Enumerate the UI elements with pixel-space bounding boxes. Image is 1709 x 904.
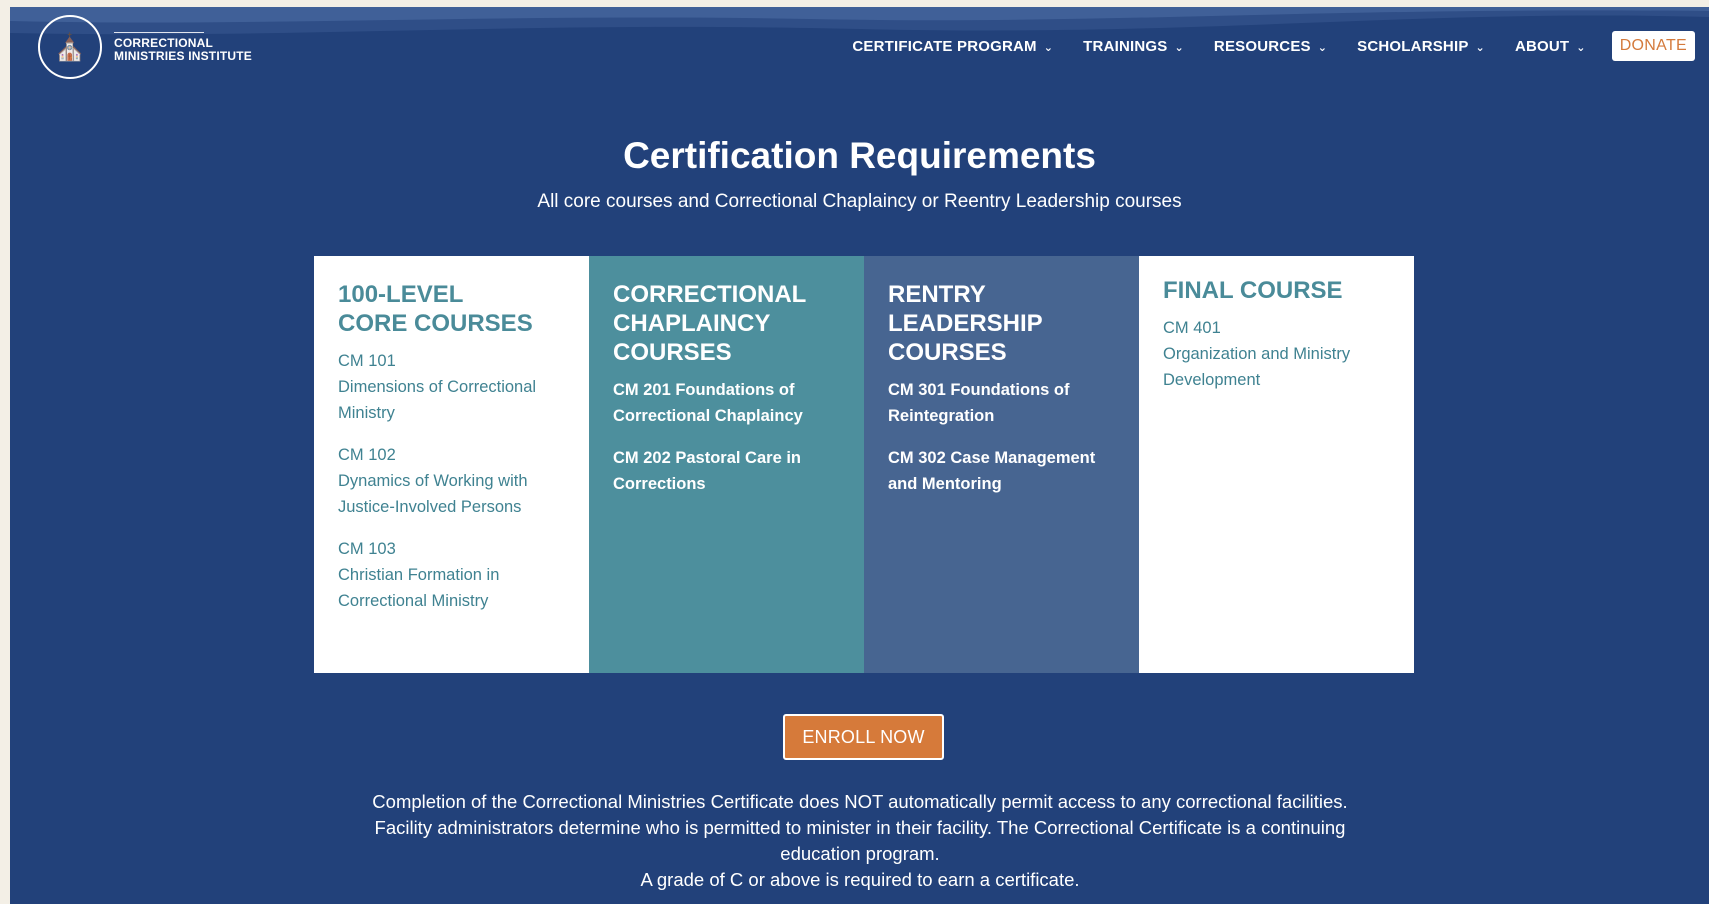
chevron-down-icon: ⌄ <box>1576 41 1586 54</box>
site-logo[interactable]: ⛪ CORRECTIONAL MINISTRIES INSTITUTE <box>38 15 252 79</box>
nav-label: RESOURCES <box>1213 37 1311 55</box>
course-code: CM 103 <box>338 540 396 558</box>
course-name: Dimensions of Correctional Ministry <box>338 378 537 422</box>
page-title: Certification Requirements <box>623 135 1096 176</box>
nav-about[interactable]: ABOUT ⌄ <box>1515 38 1586 55</box>
course-item: CM 302 Case Management and Mentoring <box>888 449 1096 493</box>
page: ⛪ CORRECTIONAL MINISTRIES INSTITUTE CERT… <box>10 7 1709 904</box>
grade-requirement: A grade of C or above is required to ear… <box>640 869 1080 890</box>
nav-label: TRAININGS <box>1083 37 1168 55</box>
course-item: CM 103 Christian Formation in Correction… <box>338 536 565 614</box>
course-item: CM 401 Organization and Ministry Develop… <box>1163 315 1390 393</box>
nav-trainings[interactable]: TRAININGS ⌄ <box>1083 38 1184 55</box>
card-chaplaincy-courses: CORRECTIONAL CHAPLAINCY COURSES CM 201 F… <box>589 256 864 673</box>
chevron-down-icon: ⌄ <box>1174 41 1184 54</box>
logo-line-2: MINISTRIES INSTITUTE <box>114 48 253 63</box>
page-subtitle: All core courses and Correctional Chapla… <box>537 191 1182 212</box>
nav-certificate-program[interactable]: CERTIFICATE PROGRAM ⌄ <box>852 38 1053 55</box>
nav-scholarship[interactable]: SCHOLARSHIP ⌄ <box>1357 38 1485 55</box>
chevron-down-icon: ⌄ <box>1317 41 1328 54</box>
course-name: Dynamics of Working with Justice-Involve… <box>338 472 528 516</box>
course-item: CM 202 Pastoral Care in Corrections <box>613 449 801 493</box>
logo-wordmark: CORRECTIONAL MINISTRIES INSTITUTE <box>114 31 253 63</box>
card-title: RENTRY LEADERSHIP COURSES <box>888 281 1043 366</box>
nav-label: CERTIFICATE PROGRAM <box>852 37 1037 55</box>
card-reentry-courses: RENTRY LEADERSHIP COURSES CM 301 Foundat… <box>864 256 1139 673</box>
card-title: 100-LEVEL CORE COURSES <box>338 281 533 337</box>
course-name: Organization and Ministry Development <box>1163 345 1351 389</box>
nav-resources[interactable]: RESOURCES ⌄ <box>1214 38 1327 55</box>
nav-label: ABOUT <box>1514 37 1570 55</box>
disclaimer-paragraph: Completion of the Correctional Ministrie… <box>372 791 1348 864</box>
card-core-courses: 100-LEVEL CORE COURSES CM 101 Dimensions… <box>314 256 589 673</box>
main-nav: CERTIFICATE PROGRAM ⌄ TRAININGS ⌄ RESOUR… <box>822 31 1695 61</box>
card-title: FINAL COURSE <box>1163 277 1343 304</box>
course-code: CM 401 <box>1163 319 1221 337</box>
course-item: CM 101 Dimensions of Correctional Minist… <box>338 348 565 426</box>
college-seal-icon: ⛪ <box>38 15 102 79</box>
card-final-course: FINAL COURSE CM 401 Organization and Min… <box>1139 256 1414 673</box>
logo-line-1: CORRECTIONAL <box>114 35 214 50</box>
course-name: Christian Formation in Correctional Mini… <box>338 566 500 610</box>
enroll-now-button[interactable]: ENROLL NOW <box>783 714 944 760</box>
chevron-down-icon: ⌄ <box>1475 41 1485 54</box>
course-item: CM 301 Foundations of Reintegration <box>888 381 1070 425</box>
course-cards: 100-LEVEL CORE COURSES CM 101 Dimensions… <box>314 256 1414 673</box>
card-title: CORRECTIONAL CHAPLAINCY COURSES <box>613 281 807 366</box>
course-code: CM 102 <box>338 446 396 464</box>
nav-label: SCHOLARSHIP <box>1357 37 1469 55</box>
course-item: CM 201 Foundations of Correctional Chapl… <box>613 381 803 425</box>
course-code: CM 101 <box>338 352 396 370</box>
donate-button[interactable]: DONATE <box>1611 31 1695 61</box>
chevron-down-icon: ⌄ <box>1043 41 1054 54</box>
disclaimer-text: Completion of the Correctional Ministrie… <box>370 789 1350 893</box>
course-item: CM 102 Dynamics of Working with Justice-… <box>338 442 565 520</box>
